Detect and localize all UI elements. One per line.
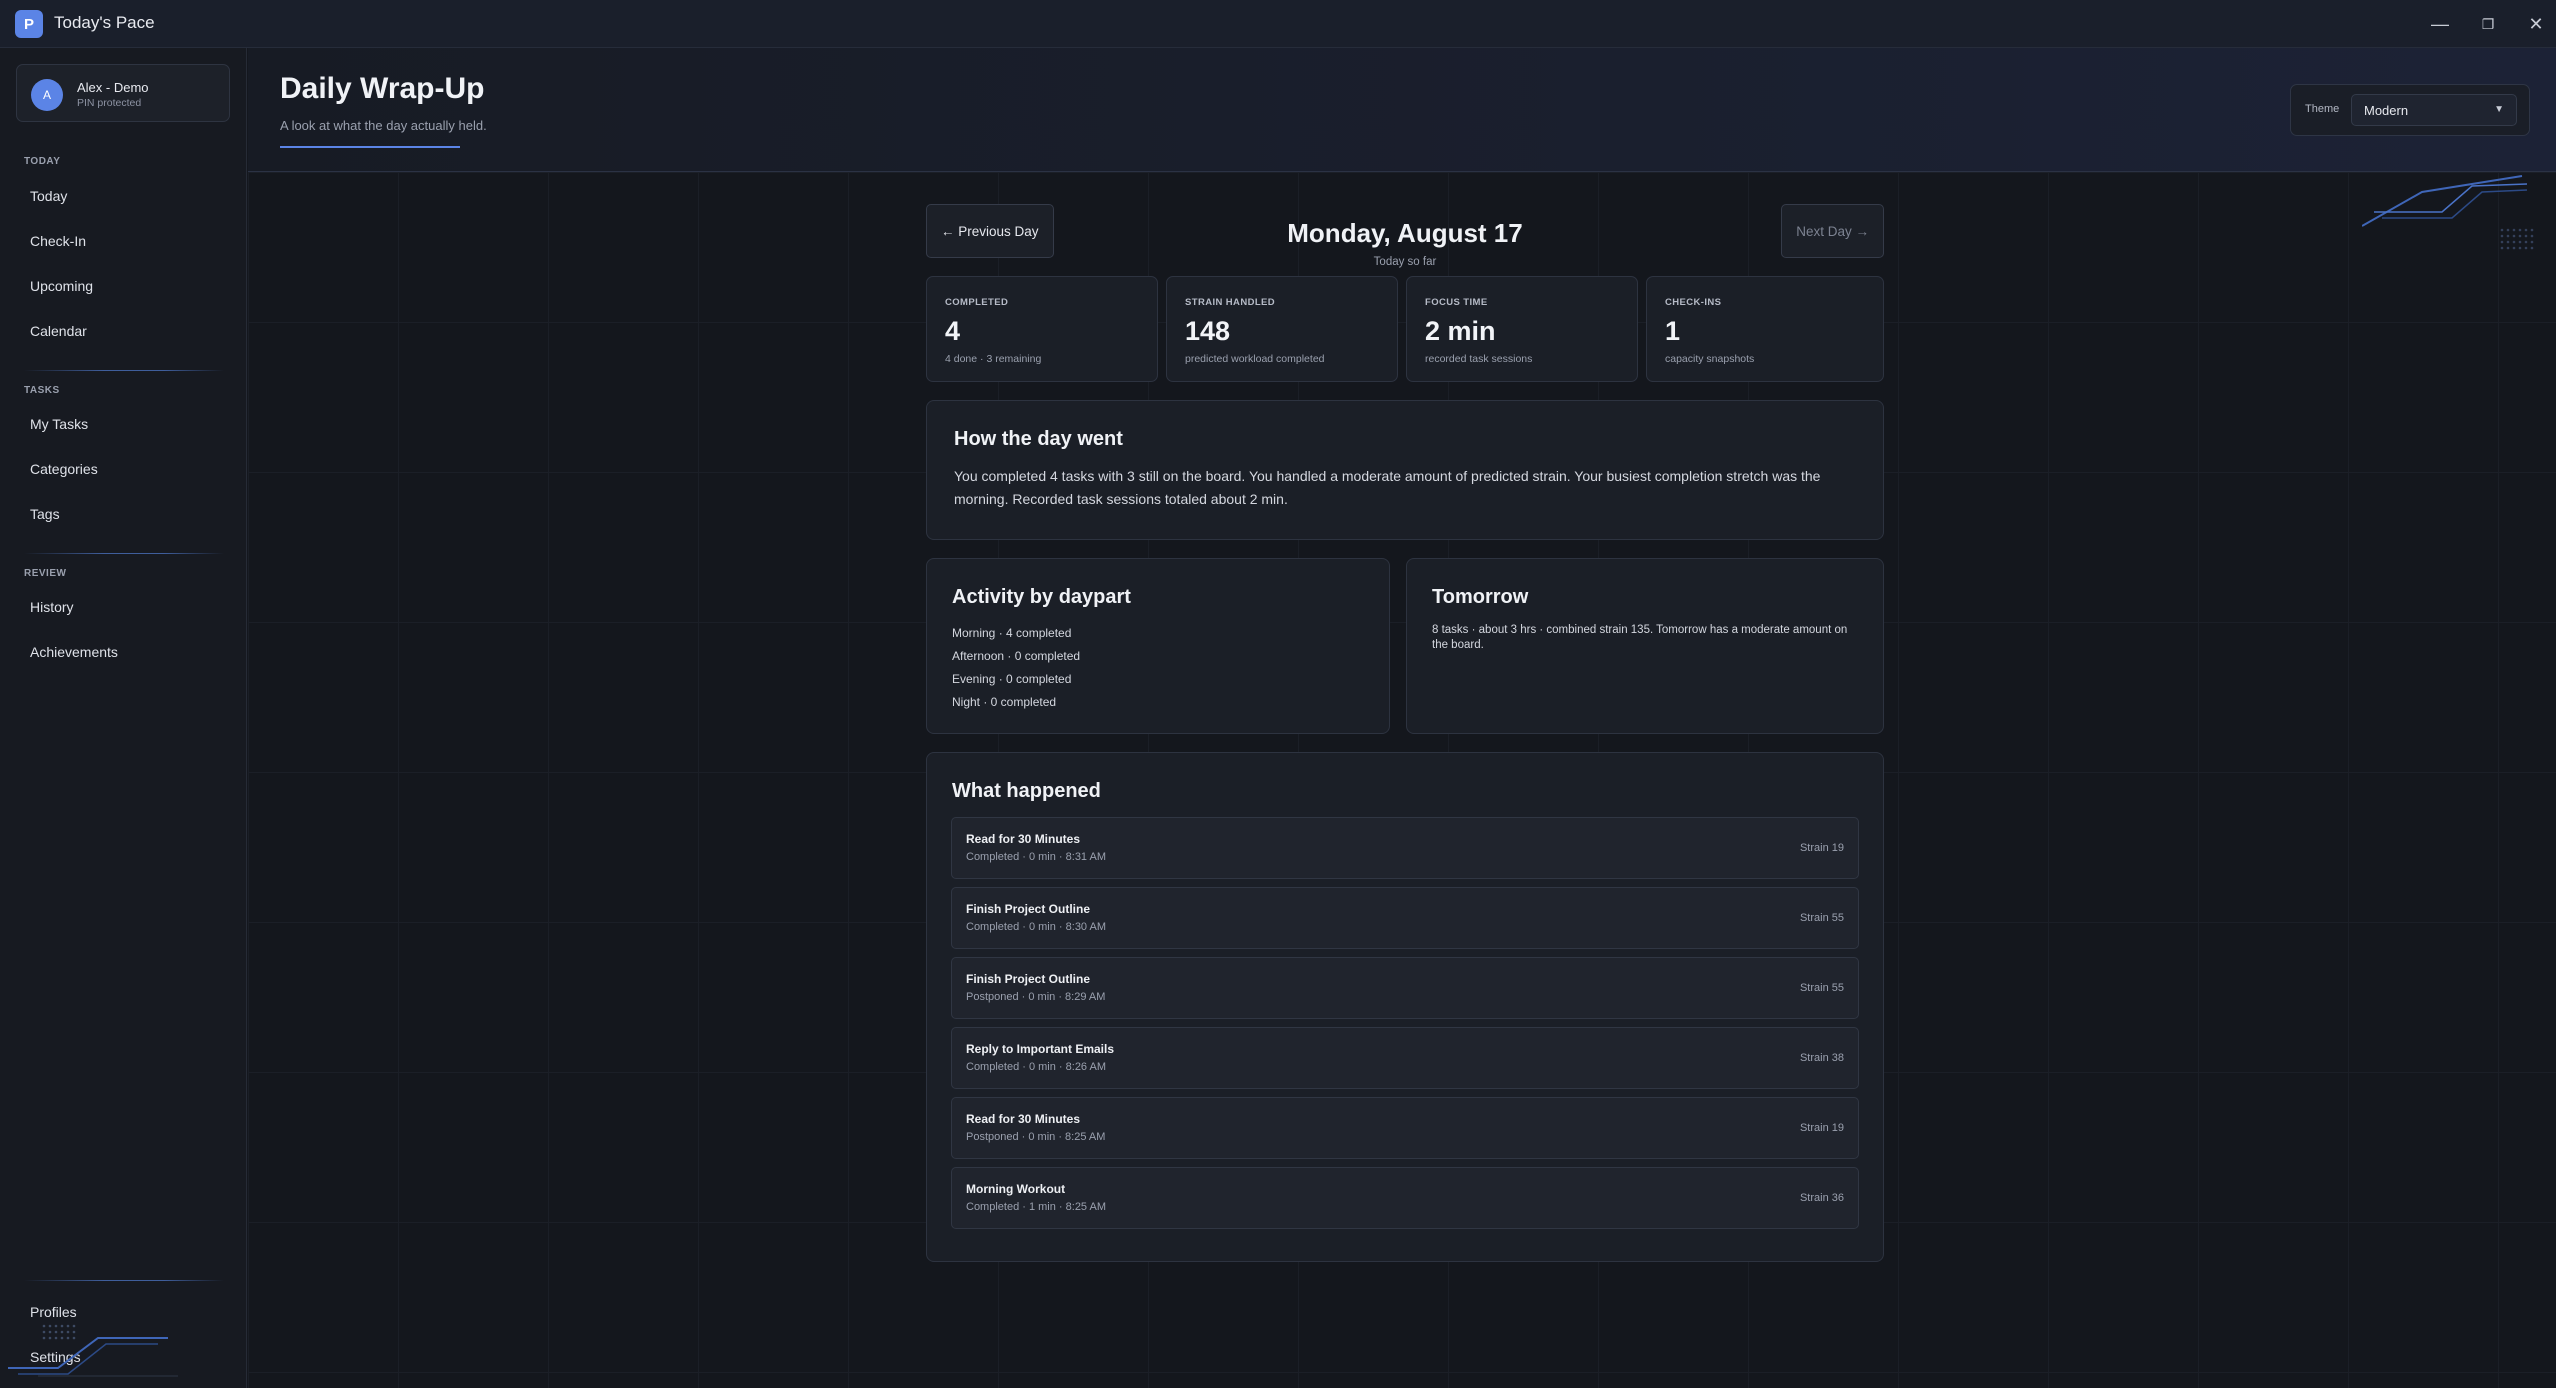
nav-section-review: REVIEW: [24, 568, 67, 579]
sidebar-item-check-in[interactable]: Check-In: [30, 233, 86, 249]
event-strain: Strain 19: [1799, 1122, 1844, 1134]
events-card: What happened Read for 30 Minutes Comple…: [926, 752, 1884, 1262]
theme-select[interactable]: Modern ▼: [2351, 94, 2517, 126]
profile-name: Alex - Demo: [77, 80, 149, 95]
list-item[interactable]: Read for 30 Minutes Completed · 0 min · …: [951, 817, 1859, 879]
event-subtitle: Postponed · 0 min · 8:25 AM: [966, 1131, 1106, 1143]
app-logo-icon: P: [15, 10, 43, 38]
profile-subtitle: PIN protected: [77, 97, 142, 109]
list-item[interactable]: Read for 30 Minutes Postponed · 0 min · …: [951, 1097, 1859, 1159]
event-subtitle: Completed · 1 min · 8:25 AM: [966, 1201, 1107, 1213]
date-title: Monday, August 17: [1287, 218, 1523, 248]
tomorrow-card: Tomorrow 8 tasks · about 3 hrs · combine…: [1406, 558, 1884, 734]
daypart-line: Night · 0 completed: [952, 695, 1057, 709]
profile-card[interactable]: A Alex - Demo PIN protected: [16, 64, 230, 122]
event-title: Finish Project Outline: [966, 972, 1091, 986]
stat-label: FOCUS TIME: [1425, 297, 1488, 308]
maximize-icon: ❐: [2481, 15, 2495, 32]
stat-value: 2 min: [1425, 316, 1496, 346]
stat-value: 148: [1185, 316, 1231, 346]
stat-sub: recorded task sessions: [1425, 353, 1533, 365]
minimize-icon: —: [2431, 13, 2449, 34]
event-title: Finish Project Outline: [966, 902, 1091, 916]
events-title: What happened: [952, 780, 1101, 802]
sidebar-item-achievements[interactable]: Achievements: [30, 644, 118, 660]
daypart-line: Evening · 0 completed: [952, 672, 1072, 686]
daypart-line: Afternoon · 0 completed: [952, 649, 1081, 663]
sidebar-item-history[interactable]: History: [30, 599, 74, 615]
stat-sub: capacity snapshots: [1665, 353, 1755, 365]
list-item[interactable]: Morning Workout Completed · 1 min · 8:25…: [951, 1167, 1859, 1229]
page-header: Daily Wrap-Up A look at what the day act…: [248, 48, 2556, 172]
stat-value: 4: [945, 316, 961, 346]
sidebar-decoration: [8, 1324, 178, 1377]
close-button[interactable]: ✕: [2512, 0, 2556, 48]
list-item[interactable]: Finish Project Outline Completed · 0 min…: [951, 887, 1859, 949]
event-strain: Strain 55: [1799, 912, 1844, 924]
event-title: Reply to Important Emails: [966, 1042, 1115, 1056]
sidebar: A Alex - Demo PIN protected TODAY Today …: [0, 48, 247, 1388]
event-strain: Strain 19: [1799, 842, 1844, 854]
sidebar-item-my-tasks[interactable]: My Tasks: [30, 416, 88, 432]
theme-select-value: Modern: [2364, 103, 2409, 118]
nav-divider: [24, 370, 224, 371]
event-subtitle: Completed · 0 min · 8:31 AM: [966, 851, 1107, 863]
next-day-button[interactable]: Next Day →: [1781, 204, 1884, 258]
event-subtitle: Completed · 0 min · 8:26 AM: [966, 1061, 1107, 1073]
stat-sub: predicted workload completed: [1185, 353, 1325, 365]
stat-label: COMPLETED: [945, 297, 1009, 308]
app-title: Today's Pace: [54, 13, 155, 32]
event-strain: Strain 36: [1799, 1192, 1844, 1204]
sidebar-item-today[interactable]: Today: [30, 188, 67, 204]
daypart-line: Morning · 4 completed: [952, 626, 1072, 640]
summary-body: You completed 4 tasks with 3 still on th…: [954, 468, 1821, 507]
tomorrow-body: 8 tasks · about 3 hrs · combined strain …: [1432, 624, 1848, 651]
list-item[interactable]: Reply to Important Emails Completed · 0 …: [951, 1027, 1859, 1089]
nav-divider: [24, 553, 224, 554]
event-strain: Strain 55: [1799, 982, 1844, 994]
sidebar-item-tags[interactable]: Tags: [30, 506, 60, 522]
title-underline: [280, 146, 460, 148]
event-title: Read for 30 Minutes: [966, 832, 1081, 846]
stat-label: STRAIN HANDLED: [1185, 297, 1276, 308]
nav-section-tasks: TASKS: [24, 385, 60, 396]
close-icon: ✕: [2528, 13, 2544, 34]
list-item[interactable]: Finish Project Outline Postponed · 0 min…: [951, 957, 1859, 1019]
stat-value: 1: [1665, 316, 1681, 346]
stat-card-strain: STRAIN HANDLED 148 predicted workload co…: [1166, 276, 1398, 382]
stat-card-check-ins: CHECK-INS 1 capacity snapshots: [1646, 276, 1884, 382]
header-decoration: [2362, 175, 2534, 250]
stat-card-completed: COMPLETED 4 4 done · 3 remaining: [926, 276, 1158, 382]
event-subtitle: Postponed · 0 min · 8:29 AM: [966, 991, 1106, 1003]
sidebar-item-calendar[interactable]: Calendar: [30, 323, 87, 339]
stat-card-focus-time: FOCUS TIME 2 min recorded task sessions: [1406, 276, 1638, 382]
page-subtitle: A look at what the day actually held.: [280, 118, 487, 133]
sidebar-item-upcoming[interactable]: Upcoming: [30, 278, 93, 294]
title-bar: P Today's Pace — ❐ ✕: [0, 0, 2556, 48]
summary-title: How the day went: [954, 428, 1123, 450]
event-title: Morning Workout: [966, 1182, 1066, 1196]
date-subtitle: Today so far: [1373, 256, 1437, 268]
page-title: Daily Wrap-Up: [280, 72, 485, 105]
stat-sub: 4 done · 3 remaining: [945, 353, 1042, 365]
theme-label: Theme: [2305, 103, 2340, 115]
event-title: Read for 30 Minutes: [966, 1112, 1081, 1126]
nav-divider: [24, 1280, 224, 1281]
main-content: ← Previous Day Monday, August 17 Today s…: [248, 172, 2556, 1388]
maximize-button[interactable]: ❐: [2464, 0, 2512, 48]
stat-label: CHECK-INS: [1665, 297, 1722, 308]
nav-section-today: TODAY: [24, 156, 61, 167]
tomorrow-title: Tomorrow: [1432, 586, 1529, 608]
daypart-card: Activity by daypart Morning · 4 complete…: [926, 558, 1390, 734]
event-strain: Strain 38: [1799, 1052, 1844, 1064]
summary-card: How the day went You completed 4 tasks w…: [926, 400, 1884, 540]
theme-picker: Theme Modern ▼: [2290, 84, 2530, 136]
chevron-down-icon: ▼: [2494, 104, 2504, 115]
avatar: A: [31, 79, 63, 111]
sidebar-item-categories[interactable]: Categories: [30, 461, 98, 477]
daypart-title: Activity by daypart: [952, 586, 1131, 608]
minimize-button[interactable]: —: [2416, 0, 2464, 48]
event-subtitle: Completed · 0 min · 8:30 AM: [966, 921, 1107, 933]
